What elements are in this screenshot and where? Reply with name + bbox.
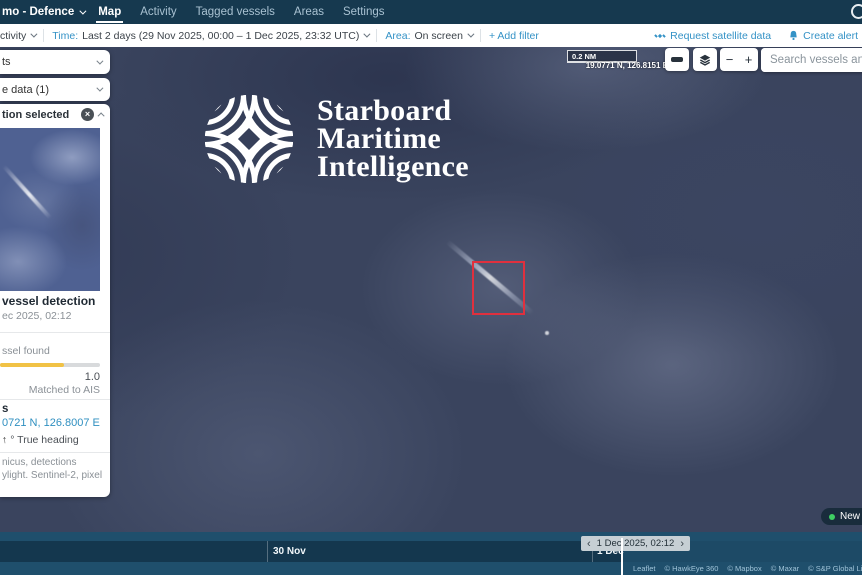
close-icon[interactable]: × [81,108,94,121]
timeline-date-30nov: 30 Nov [273,541,306,562]
divider [43,29,44,42]
heading-row: ↑ ° True heading [2,434,79,446]
chip-time-label: 1 Dec 2025, 02:12 [597,538,675,549]
create-alert-label: Create alert [803,30,858,42]
zoom-control: − + [720,48,758,71]
request-satellite-data-label: Request satellite data [670,30,771,42]
chevron-up-icon[interactable] [98,112,105,119]
chip-next-arrow[interactable]: › [680,538,684,550]
horizontal-bar-icon [671,57,683,62]
confidence-slider-fill [0,363,64,367]
confidence-right-label: Matched to AIS [0,384,100,396]
tab-map[interactable]: Map [98,0,121,24]
attribution-hawkeye[interactable]: © HawkEye 360 [665,564,719,573]
account-icon[interactable] [851,4,862,19]
thumbnail-wake-streak [2,165,52,220]
tab-settings[interactable]: Settings [343,0,385,24]
area-filter-key: Area: [385,30,410,42]
starboard-watermark: Starboard Maritime Intelligence [203,87,469,191]
confidence-left-label: ssel found [2,345,50,357]
cursor-coordinates: 19.0771 N, 126.8151 E [566,61,668,70]
heading-arrow-icon: ↑ [1,434,7,446]
workspace-name: mo - Defence [2,6,74,18]
divider [0,452,110,453]
search-box [761,48,862,72]
panel-satellite-data-collapsed[interactable]: e data (1) [0,78,110,101]
detection-coordinates-link[interactable]: 0721 N, 126.8007 E [2,417,100,429]
source-line-1: nicus, detections [2,457,77,468]
panel-satellite-data-label: e data (1) [2,84,49,96]
timeline: 30 Nov 1 Dec ‹ 1 Dec 2025, 02:12 › Leafl… [0,532,862,575]
time-filter-value: Last 2 days (29 Nov 2025, 00:00 – 1 Dec … [82,30,359,42]
area-filter-value: On screen [415,30,463,42]
category-filter-label: ctivity [0,30,26,42]
chevron-down-icon [80,7,87,14]
workspace-switcher[interactable]: mo - Defence [2,6,84,18]
tab-tagged-vessels[interactable]: Tagged vessels [196,0,275,24]
area-filter[interactable]: Area: On screen [385,30,472,42]
chip-prev-arrow[interactable]: ‹ [587,538,591,550]
filter-bar: ctivity Time: Last 2 days (29 Nov 2025, … [0,24,862,47]
attribution-sp-global[interactable]: © S&P Global Limited [808,564,862,573]
detection-thumbnail [0,128,100,291]
source-line-2: ylight. Sentinel-2, pixel [2,470,102,481]
divider [0,399,110,400]
top-nav: mo - Defence Map Activity Tagged vessels… [0,0,862,24]
details-header: s [2,403,8,415]
detection-timestamp: ec 2025, 02:12 [2,310,71,322]
bell-icon [788,30,799,41]
chevron-down-icon[interactable] [96,57,103,64]
request-satellite-data-button[interactable]: Request satellite data [654,30,771,42]
timeline-bar[interactable]: 30 Nov 1 Dec ‹ 1 Dec 2025, 02:12 › [0,541,862,562]
category-filter[interactable]: ctivity [0,30,35,42]
satellite-icon [654,30,666,42]
detection-panel-title: tion selected [2,109,69,121]
tab-areas[interactable]: Areas [294,0,324,24]
confidence-slider[interactable] [0,363,100,367]
confidence-value: 1.0 [0,371,100,383]
tab-activity[interactable]: Activity [140,0,176,24]
map-canvas[interactable]: Starboard Maritime Intelligence [0,23,862,575]
starboard-logo-text: Starboard Maritime Intelligence [317,97,469,181]
attribution-mapbox[interactable]: © Mapbox [727,564,761,573]
detection-bounding-box[interactable] [472,261,525,315]
starboard-logo-icon [203,87,295,191]
time-filter[interactable]: Time: Last 2 days (29 Nov 2025, 00:00 – … [52,30,368,42]
create-alert-button[interactable]: Create alert [788,30,858,42]
time-filter-key: Time: [52,30,78,42]
layers-icon [698,53,712,67]
heading-value: ° True heading [10,434,78,446]
green-dot-icon [829,514,835,520]
attribution-leaflet[interactable]: Leaflet [633,564,656,573]
search-input[interactable] [761,48,862,72]
zoom-in-button[interactable]: + [739,48,758,71]
divider [0,332,110,333]
chevron-down-icon[interactable] [96,85,103,92]
map-attribution: Leaflet © HawkEye 360 © Mapbox © Maxar ©… [633,562,862,575]
collapse-controls-button[interactable] [665,48,689,71]
panel-alerts-collapsed[interactable]: ts [0,50,110,74]
small-vessel-dot [545,331,549,335]
timeline-playhead[interactable] [621,538,623,575]
divider [376,29,377,42]
timeline-time-chip[interactable]: ‹ 1 Dec 2025, 02:12 › [581,536,690,551]
divider [480,29,481,42]
chevron-down-icon [364,31,371,38]
layers-button[interactable] [693,48,717,71]
timeline-tick [267,541,268,562]
attribution-maxar[interactable]: © Maxar [771,564,799,573]
add-filter-button[interactable]: + Add filter [489,30,539,42]
zoom-out-button[interactable]: − [720,48,739,71]
chevron-down-icon [467,31,474,38]
detection-panel: tion selected × vessel detection ec 2025… [0,104,110,497]
chevron-down-icon [31,31,38,38]
new-detections-button[interactable]: New d [821,508,862,525]
detection-title: vessel detection [2,294,95,308]
panel-alerts-label: ts [2,56,11,68]
new-detections-label: New d [840,511,862,522]
